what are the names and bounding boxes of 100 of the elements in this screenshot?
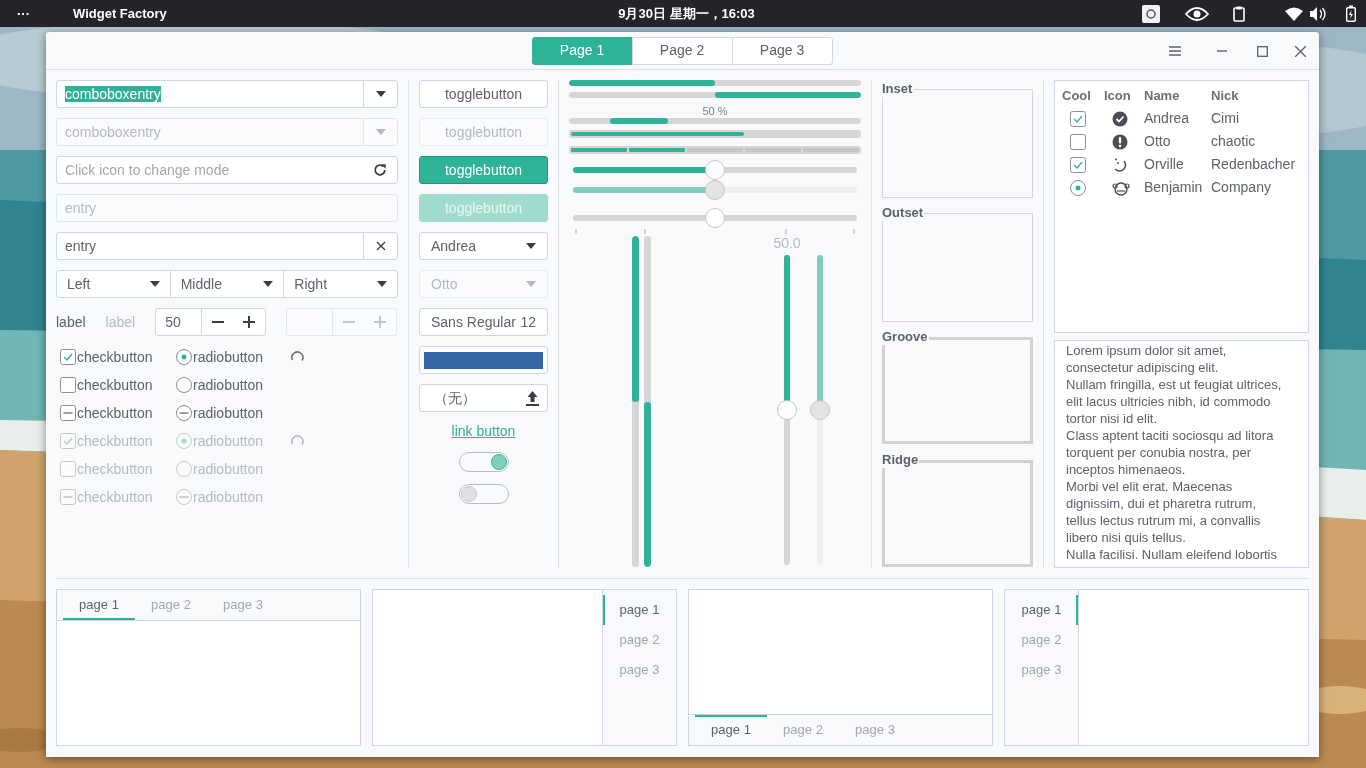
minus-icon	[211, 321, 224, 323]
slider-handle[interactable]	[705, 160, 725, 180]
spinner-icon	[290, 434, 304, 448]
frame-label: Outset	[882, 205, 925, 221]
checkbox-icon[interactable]	[1070, 110, 1086, 127]
slider[interactable]	[573, 160, 857, 180]
tab[interactable]: Page 1	[531, 36, 633, 65]
dropdown-button[interactable]: Right	[283, 270, 398, 298]
battery-icon[interactable]	[1346, 5, 1356, 22]
table-cell: Redenbacher	[1211, 156, 1296, 172]
slider[interactable]	[573, 208, 857, 228]
table-cell: Andrea	[1144, 110, 1190, 126]
radio-icon[interactable]	[1070, 179, 1086, 196]
volume-icon[interactable]	[1310, 6, 1326, 21]
text-line: Class aptent taciti sociosqu ad litora	[1066, 427, 1275, 444]
tab[interactable]: page 1	[1005, 595, 1078, 625]
text-line: Nulla facilisi. Nullam eleifend lobortis	[1066, 546, 1278, 563]
plus-icon	[243, 316, 256, 328]
table-cell: Orville	[1144, 156, 1184, 172]
tab[interactable]: page 1	[63, 590, 135, 620]
dropdown-button[interactable]: Andrea	[419, 232, 548, 260]
column-header[interactable]: Cool	[1062, 88, 1091, 103]
dropdown-button[interactable]: Middle	[169, 270, 285, 298]
caret-icon	[149, 281, 160, 287]
slider[interactable]	[777, 255, 797, 565]
table-cell: Company	[1211, 179, 1271, 195]
tab[interactable]: page 1	[603, 595, 676, 625]
caret-icon	[375, 129, 386, 135]
tab[interactable]: page 1	[695, 715, 767, 745]
maximize-icon	[1256, 45, 1268, 57]
refresh-icon[interactable]	[373, 163, 387, 177]
crescent-icon	[1112, 156, 1128, 173]
text-line: torquent per conubia nostra, per	[1066, 444, 1252, 461]
check-button[interactable]: checkbutton	[60, 374, 176, 396]
combobox-entry[interactable]: comboboxentry	[56, 80, 398, 108]
toggle-button[interactable]: togglebutton	[419, 156, 548, 184]
text-line: elit lacus ultricies nibh, id commodo	[1066, 393, 1272, 410]
text-line: tellus lectus rutrum mi, a convallis	[1066, 512, 1262, 529]
caret-icon	[526, 281, 536, 287]
radio-button[interactable]: radiobutton	[176, 346, 292, 368]
column-header[interactable]: Name	[1144, 88, 1180, 103]
app-icon[interactable]	[1142, 4, 1160, 23]
font-button[interactable]: Sans Regular 12	[419, 308, 548, 336]
table-cell: Benjamin	[1144, 179, 1203, 195]
text-line: Lorem ipsum dolor sit amet,	[1066, 342, 1228, 359]
clock[interactable]: 9月30日 星期一，16:03	[618, 3, 755, 24]
app-name[interactable]: Widget Factory	[73, 3, 167, 24]
plus-icon	[374, 316, 387, 328]
entry-text: comboboxentry	[65, 123, 161, 140]
wifi-icon[interactable]	[1285, 6, 1303, 21]
text-line: inceptos himenaeos.	[1066, 461, 1187, 478]
check-button[interactable]: checkbutton	[60, 402, 176, 424]
dropdown-button[interactable]: Left	[56, 270, 171, 298]
caret-icon	[263, 281, 274, 287]
check-button[interactable]: checkbutton	[60, 346, 176, 368]
checkbox-icon[interactable]	[1070, 156, 1086, 173]
slider-handle[interactable]	[705, 208, 725, 228]
spinner-icon	[290, 350, 304, 364]
entry-text: comboboxentry	[65, 85, 161, 102]
close-icon	[1294, 45, 1306, 57]
radio-button[interactable]: radiobutton	[176, 402, 292, 424]
caret-icon	[526, 243, 536, 249]
upload-icon	[526, 390, 539, 406]
slider-handle[interactable]	[777, 400, 797, 420]
text-line: consectetur adipiscing elit.	[1066, 359, 1220, 376]
table-cell: Cimi	[1211, 110, 1239, 126]
minimize-icon	[1217, 50, 1227, 52]
clear-icon	[375, 241, 386, 251]
column-header[interactable]: Icon	[1104, 88, 1131, 103]
tab[interactable]: Page 3	[731, 36, 833, 65]
progress-text: 50 %	[701, 104, 729, 118]
activities-menu[interactable]: ···	[17, 3, 30, 24]
label: label	[56, 312, 86, 332]
text-line: Nullam fringilla, est ut feugiat ultrices,	[1066, 376, 1283, 393]
text-line: Morbi vel elit erat. Maecenas	[1066, 478, 1234, 495]
caret-icon	[377, 281, 387, 287]
warning-icon	[1112, 133, 1128, 150]
caret-icon	[375, 91, 386, 97]
frame-label: Inset	[882, 81, 914, 97]
eye-icon[interactable]	[1185, 5, 1209, 22]
checkbox-icon[interactable]	[1070, 133, 1086, 150]
text-view[interactable]	[1054, 340, 1309, 568]
file-button[interactable]: （无）	[419, 384, 548, 412]
toggle-button[interactable]: togglebutton	[419, 80, 548, 108]
clipboard-icon[interactable]	[1233, 5, 1245, 22]
tab[interactable]: Page 2	[631, 36, 733, 65]
text-line: dignissim, dui et pharetra rutrum,	[1066, 495, 1258, 512]
table-cell: chaotic	[1211, 133, 1256, 149]
frame-label: Ridge	[882, 452, 920, 468]
color-button[interactable]	[419, 346, 548, 374]
text-line: libero nisi quis tellus.	[1066, 529, 1187, 546]
column-header[interactable]: Nick	[1211, 88, 1239, 103]
spin-button[interactable]: 50	[155, 308, 267, 336]
avatar-icon	[1112, 179, 1130, 196]
minus-icon	[342, 321, 355, 323]
text-entry[interactable]: entry	[56, 232, 398, 260]
radio-button[interactable]: radiobutton	[176, 374, 292, 396]
frame-label: Groove	[882, 329, 929, 345]
label: label	[105, 312, 136, 332]
menu-icon	[1169, 46, 1181, 56]
